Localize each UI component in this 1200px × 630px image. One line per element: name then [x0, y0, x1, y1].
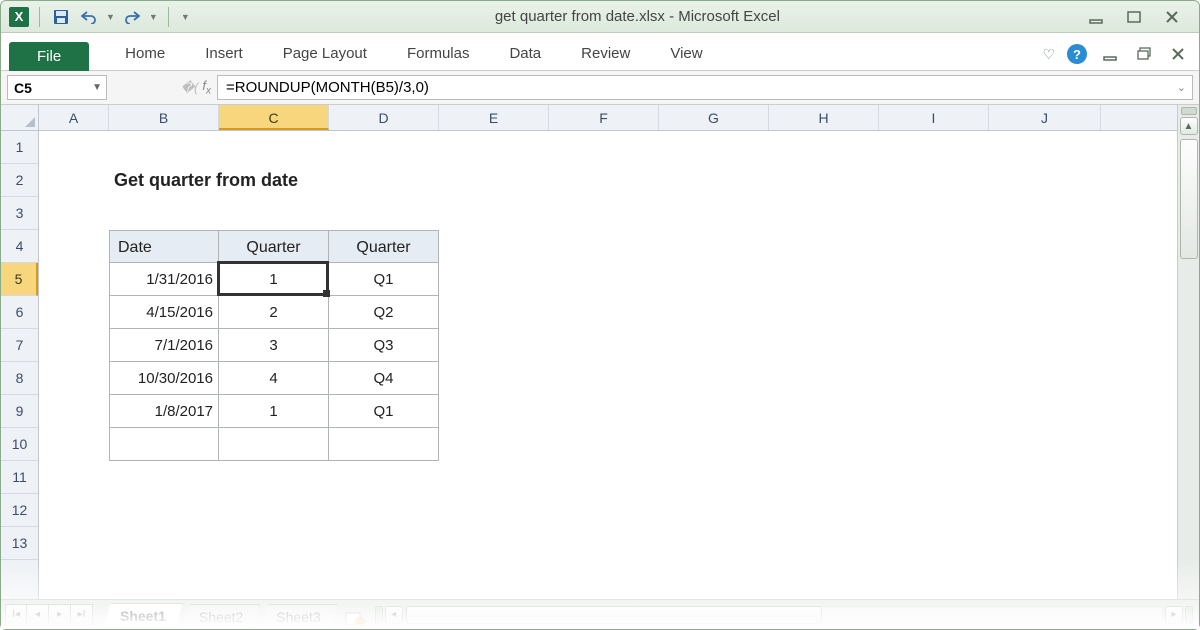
scroll-thumb[interactable]: [1180, 139, 1198, 259]
tab-data[interactable]: Data: [489, 39, 561, 70]
tab-view[interactable]: View: [650, 39, 722, 70]
prev-sheet-button[interactable]: ◂: [27, 604, 49, 626]
tab-review[interactable]: Review: [561, 39, 650, 70]
window-title: get quarter from date.xlsx - Microsoft E…: [190, 8, 1085, 25]
name-box-value: C5: [14, 80, 32, 96]
tab-home[interactable]: Home: [105, 39, 185, 70]
cell-quarter[interactable]: 4: [219, 362, 329, 395]
cell-quarter-label[interactable]: Q3: [329, 329, 439, 362]
row-header-3[interactable]: 3: [1, 197, 38, 230]
cell-date[interactable]: 7/1/2016: [109, 329, 219, 362]
tab-split-handle[interactable]: [375, 606, 383, 624]
minimize-button[interactable]: [1085, 8, 1107, 26]
cell-quarter-label[interactable]: Q1: [329, 395, 439, 428]
formula-text: =ROUNDUP(MONTH(B5)/3,0): [226, 79, 429, 96]
row-header-8[interactable]: 8: [1, 362, 38, 395]
select-all-corner[interactable]: [1, 105, 39, 131]
excel-logo-icon: X: [9, 7, 29, 27]
tab-formulas[interactable]: Formulas: [387, 39, 490, 70]
column-header-D[interactable]: D: [329, 105, 439, 130]
row-header-6[interactable]: 6: [1, 296, 38, 329]
column-header-H[interactable]: H: [769, 105, 879, 130]
status-bar: I◂ ◂ ▸ ▸I Sheet1 Sheet2 Sheet3 ◂ ▸: [1, 599, 1199, 629]
cell-quarter[interactable]: 3: [219, 329, 329, 362]
cell-date[interactable]: 1/8/2017: [109, 395, 219, 428]
column-header-G[interactable]: G: [659, 105, 769, 130]
column-header-B[interactable]: B: [109, 105, 219, 130]
cell-quarter-label[interactable]: Q4: [329, 362, 439, 395]
cell-date[interactable]: 4/15/2016: [109, 296, 219, 329]
row-header-1[interactable]: 1: [1, 131, 38, 164]
maximize-button[interactable]: [1123, 8, 1145, 26]
formula-input[interactable]: =ROUNDUP(MONTH(B5)/3,0) ⌄: [217, 75, 1193, 100]
title-bar: X ▼ ▼ ▼ get quarter from date.xlsx - Mic…: [1, 1, 1199, 33]
cell-quarter[interactable]: 1: [219, 395, 329, 428]
scroll-left-button[interactable]: ◂: [385, 606, 403, 624]
row-header-13[interactable]: 13: [1, 527, 38, 560]
cell-quarter[interactable]: 2: [219, 296, 329, 329]
new-sheet-button[interactable]: [341, 609, 369, 629]
cell-empty[interactable]: [329, 428, 439, 461]
split-handle-h[interactable]: [1185, 606, 1193, 624]
scroll-up-button[interactable]: ▲: [1180, 117, 1198, 135]
row-header-4[interactable]: 4: [1, 230, 38, 263]
tab-page-layout[interactable]: Page Layout: [263, 39, 387, 70]
scroll-right-button[interactable]: ▸: [1165, 606, 1183, 624]
cell-date[interactable]: 10/30/2016: [109, 362, 219, 395]
header-date[interactable]: Date: [109, 230, 219, 263]
header-quarter-2[interactable]: Quarter: [329, 230, 439, 263]
column-header-E[interactable]: E: [439, 105, 549, 130]
column-header-F[interactable]: F: [549, 105, 659, 130]
cell-quarter-label[interactable]: Q2: [329, 296, 439, 329]
cell-quarter-label[interactable]: Q1: [329, 263, 439, 296]
undo-button[interactable]: [78, 6, 100, 28]
fx-icon[interactable]: fx: [202, 78, 211, 97]
tab-file[interactable]: File: [9, 42, 89, 71]
first-sheet-button[interactable]: I◂: [5, 604, 27, 626]
cell-title[interactable]: Get quarter from date: [109, 164, 439, 197]
ribbon-tabs: File Home Insert Page Layout Formulas Da…: [1, 33, 1199, 71]
row-header-2[interactable]: 2: [1, 164, 38, 197]
ribbon-minimize-icon[interactable]: ♡: [1042, 46, 1055, 63]
column-header-J[interactable]: J: [989, 105, 1101, 130]
close-button[interactable]: [1161, 8, 1183, 26]
header-quarter-1[interactable]: Quarter: [219, 230, 329, 263]
last-sheet-button[interactable]: ▸I: [71, 604, 93, 626]
split-handle[interactable]: [1181, 107, 1197, 115]
column-header-C[interactable]: C: [219, 105, 329, 130]
cell-quarter[interactable]: 1: [219, 263, 329, 296]
row-header-9[interactable]: 9: [1, 395, 38, 428]
chevron-down-icon[interactable]: ▼: [92, 82, 102, 93]
sheet-tab-2[interactable]: Sheet2: [182, 604, 260, 629]
row-header-5[interactable]: 5: [1, 263, 38, 296]
redo-button[interactable]: [121, 6, 143, 28]
workbook-minimize-button[interactable]: [1099, 45, 1121, 63]
cell-empty[interactable]: [109, 428, 219, 461]
next-sheet-button[interactable]: ▸: [49, 604, 71, 626]
vertical-scrollbar[interactable]: ▲: [1177, 105, 1199, 599]
save-button[interactable]: [50, 6, 72, 28]
help-button[interactable]: ?: [1067, 44, 1087, 64]
tab-insert[interactable]: Insert: [185, 39, 263, 70]
workbook-close-button[interactable]: [1167, 45, 1189, 63]
name-box[interactable]: C5 ▼: [7, 75, 107, 100]
hscroll-thumb[interactable]: [406, 606, 822, 624]
formula-expand-icon[interactable]: ⌄: [1177, 81, 1186, 94]
row-header-7[interactable]: 7: [1, 329, 38, 362]
formula-bar: C5 ▼ �(fx =ROUNDUP(MONTH(B5)/3,0) ⌄: [1, 71, 1199, 105]
row-header-11[interactable]: 11: [1, 461, 38, 494]
cell-date[interactable]: 1/31/2016: [109, 263, 219, 296]
column-header-I[interactable]: I: [879, 105, 989, 130]
cell-empty[interactable]: [219, 428, 329, 461]
workbook-restore-button[interactable]: [1133, 45, 1155, 63]
row-header-12[interactable]: 12: [1, 494, 38, 527]
row-header-10[interactable]: 10: [1, 428, 38, 461]
sheet-tab-1[interactable]: Sheet1: [103, 603, 183, 629]
column-header-A[interactable]: A: [39, 105, 109, 130]
horizontal-scrollbar[interactable]: ◂ ▸: [369, 606, 1199, 624]
sheet-tab-3[interactable]: Sheet3: [259, 604, 337, 629]
worksheet-grid[interactable]: ABCDEFGHIJ 12345678910111213 Get quarter…: [1, 105, 1177, 599]
